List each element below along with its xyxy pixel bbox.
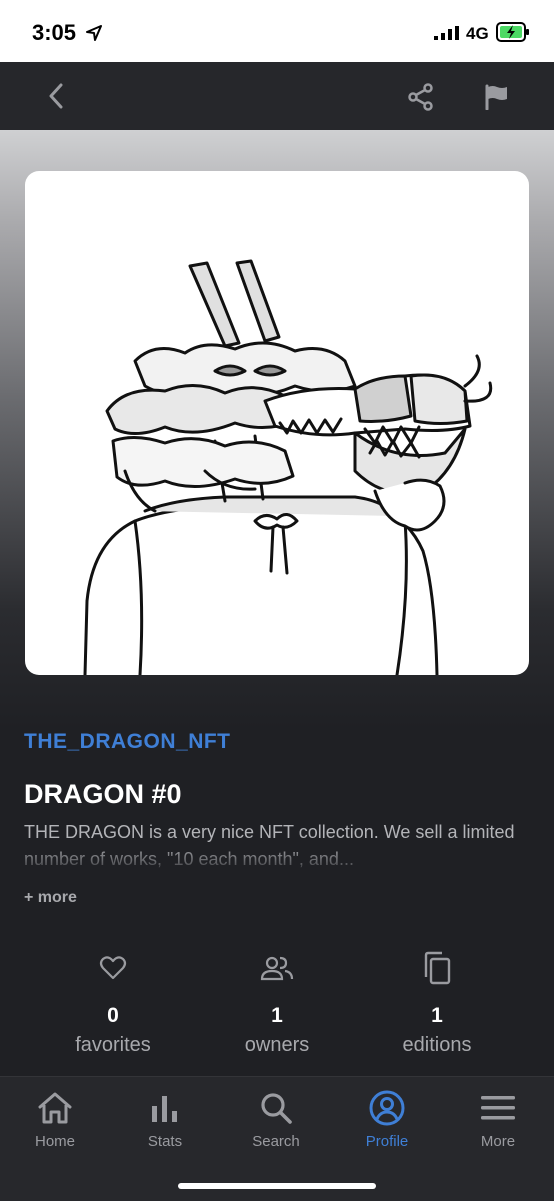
more-button[interactable]: + more (24, 889, 77, 907)
favorites-label: favorites (75, 1034, 151, 1056)
profile-icon (369, 1090, 405, 1126)
battery-charging-icon (496, 22, 529, 42)
favorites-count: 0 (107, 1004, 119, 1027)
tab-home[interactable]: Home (5, 1089, 105, 1150)
home-icon (38, 1092, 72, 1124)
signal-icon (434, 26, 459, 40)
tab-search[interactable]: Search (226, 1089, 326, 1150)
search-icon (261, 1093, 292, 1124)
tab-home-label: Home (34, 1133, 75, 1150)
tab-more[interactable]: More (448, 1089, 548, 1150)
item-title: DRAGON #0 (24, 779, 182, 809)
heart-icon (99, 956, 127, 980)
copy-icon (424, 951, 451, 985)
location-arrow-icon (86, 25, 102, 41)
tab-profile-label: Profile (365, 1133, 409, 1150)
collection-link[interactable]: THE_DRAGON_NFT (24, 730, 231, 754)
nft-artwork-image[interactable] (25, 171, 529, 675)
back-button[interactable] (38, 78, 74, 114)
people-icon (260, 956, 294, 981)
share-button[interactable] (402, 78, 440, 116)
top-nav (0, 62, 554, 130)
tab-stats[interactable]: Stats (115, 1089, 215, 1150)
flag-icon (485, 84, 507, 110)
tab-stats-label: Stats (147, 1133, 183, 1150)
share-icon (408, 83, 433, 111)
status-time: 3:05 (32, 20, 77, 45)
network-type: 4G (466, 24, 489, 43)
owners-stat[interactable]: 1 owners (202, 950, 352, 1057)
owners-label: owners (244, 1034, 310, 1056)
tab-more-label: More (480, 1133, 516, 1150)
home-indicator[interactable] (178, 1183, 376, 1189)
editions-stat[interactable]: 1 editions (362, 950, 512, 1057)
status-bar: 3:05 4G (0, 0, 554, 62)
favorites-stat[interactable]: 0 favorites (38, 950, 188, 1057)
dragon-illustration (83, 259, 493, 675)
report-button[interactable] (478, 78, 516, 116)
editions-count: 1 (431, 1004, 443, 1027)
tab-search-label: Search (252, 1133, 300, 1150)
stats-icon (152, 1096, 177, 1122)
description-fade (24, 846, 530, 874)
editions-label: editions (402, 1034, 472, 1056)
menu-icon (481, 1096, 515, 1120)
tab-profile[interactable]: Profile (337, 1089, 437, 1150)
chevron-left-icon (49, 83, 63, 109)
owners-count: 1 (271, 1004, 283, 1027)
